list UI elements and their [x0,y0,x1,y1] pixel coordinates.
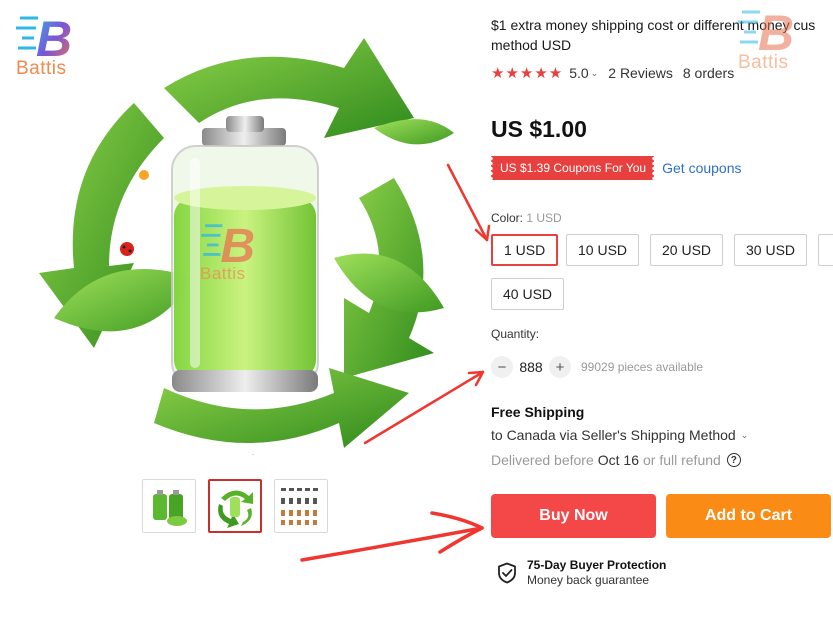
annotation-arrow-buy-now [300,511,484,562]
thumbnail-3[interactable] [274,479,328,533]
product-price: US $1.00 [491,116,587,142]
minus-icon[interactable]: − [491,356,513,378]
plus-icon[interactable]: + [549,356,571,378]
stock-available: 99029 pieces available [581,360,704,374]
brand-name: Battis [16,58,67,79]
shipping-destination[interactable]: to Canada via Seller's Shipping Method ⌄ [491,427,748,443]
delivery-estimate: Delivered before Oct 16 or full refund ? [491,452,741,468]
shipping-destination-text[interactable]: to Canada via Seller's Shipping Method [491,427,736,443]
quantity-input[interactable]: 888 [513,359,549,375]
get-coupons-link[interactable]: Get coupons [662,160,741,176]
star-icon: ★★★★★ [491,65,564,82]
protection-title: 75-Day Buyer Protection [527,558,667,572]
delivery-date: Oct 16 [597,452,639,468]
color-label-text: Color: [491,211,524,225]
rating-row: ★★★★★ 5.0 ⌄ 2 Reviews 8 orders [491,64,734,82]
buyer-protection: 75-Day Buyer Protection Money back guara… [497,558,666,588]
color-option-10-usd[interactable]: 10 USD [566,234,640,266]
rating-score[interactable]: 5.0 [569,65,588,81]
svg-text:B: B [758,5,794,54]
product-grid-icon [281,488,318,525]
thumbnail-1[interactable] [142,479,196,533]
svg-text:·: · [252,452,254,458]
add-to-cart-button[interactable]: Add to Cart [666,494,831,538]
color-option-1-usd[interactable]: 1 USD [491,234,559,266]
brand-name: Battis [200,264,246,283]
delivery-suffix: or full refund [642,452,721,468]
brand-logo-mark: B [16,11,72,60]
thumbnail-2[interactable] [208,479,262,533]
battery-icon [153,490,187,526]
chevron-down-icon[interactable]: ⌄ [591,68,599,79]
brand-watermark-right: B Battis [738,4,800,74]
brand-watermark-center: B Battis [200,218,262,284]
color-option-20-usd[interactable]: 20 USD [650,234,724,266]
orders-count: 8 orders [682,65,735,81]
chevron-down-icon[interactable]: ⌄ [741,430,749,441]
reviews-link[interactable]: 2 Reviews [608,65,673,81]
shipping-title: Free Shipping [491,404,585,420]
color-option-40-usd[interactable]: 40 USD [491,278,565,310]
brand-logo-mark: B [201,220,255,266]
delivery-prefix: Delivered before [491,452,594,468]
brand-name: Battis [738,52,789,73]
color-option-more[interactable] [818,234,833,266]
svg-text:B: B [220,220,255,266]
coupon-row: US $1.39 Coupons For You Get coupons [488,156,742,180]
quantity-stepper: − 888 + 99029 pieces available [491,356,703,378]
thumbnail-strip [142,479,328,533]
brand-logo: B Battis [16,10,78,80]
protection-subtitle: Money back guarantee [527,573,650,587]
svg-text:B: B [36,11,72,60]
shield-check-icon [498,562,516,584]
color-selected-value: 1 USD [526,211,562,225]
color-label: Color: 1 USD [491,211,562,225]
recycle-icon [218,490,253,528]
help-icon[interactable]: ? [726,453,741,467]
quantity-label: Quantity: [491,327,540,341]
color-option-30-usd[interactable]: 30 USD [734,234,808,266]
buy-now-button[interactable]: Buy Now [491,494,656,538]
coupon-badge[interactable]: US $1.39 Coupons For You [488,156,657,180]
brand-logo-mark: B [738,5,794,54]
